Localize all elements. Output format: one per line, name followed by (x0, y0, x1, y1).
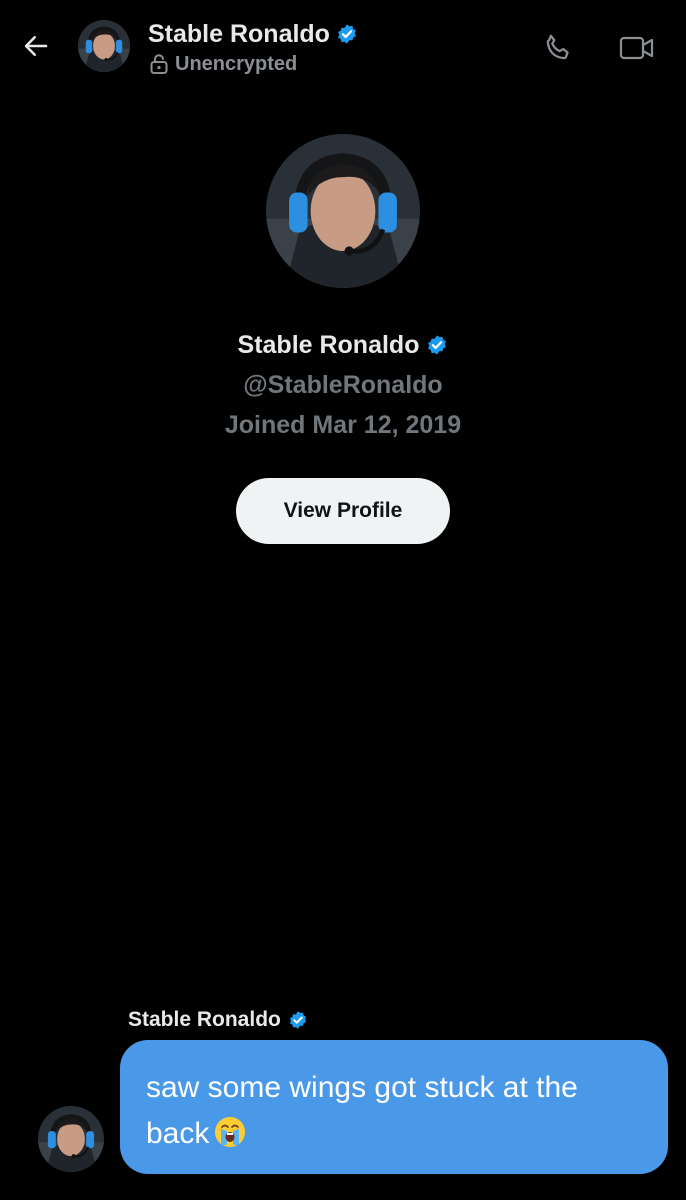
verified-badge-icon (338, 24, 356, 44)
conversation-name: Stable Ronaldo (148, 19, 330, 48)
profile-join-date: Joined Mar 12, 2019 (224, 411, 462, 439)
message-text: saw some wings got stuck at the back (146, 1071, 578, 1150)
view-profile-button[interactable]: View Profile (236, 478, 450, 544)
conversation-title[interactable]: Stable Ronaldo (148, 18, 358, 50)
arrow-left-icon (24, 36, 48, 56)
loudly-crying-face-icon (215, 1117, 246, 1147)
video-call-button[interactable] (614, 26, 660, 70)
message-sender: Stable Ronaldo (128, 1004, 308, 1036)
encryption-status: Unencrypted (150, 51, 297, 77)
profile-handle: @StableRonaldo (243, 371, 443, 399)
verified-badge-icon (428, 335, 447, 355)
video-camera-icon (619, 36, 654, 60)
encryption-status-label: Unencrypted (175, 52, 298, 75)
header-avatar[interactable] (78, 20, 130, 72)
profile-name: Stable Ronaldo (0, 328, 686, 362)
profile-avatar[interactable] (266, 134, 420, 288)
back-button[interactable] (16, 26, 56, 66)
profile-name-label: Stable Ronaldo (237, 330, 420, 359)
phone-icon (546, 34, 569, 60)
voice-call-button[interactable] (536, 26, 580, 70)
message-sender-name: Stable Ronaldo (128, 1008, 281, 1031)
verified-badge-icon (289, 1011, 306, 1029)
message-avatar[interactable] (38, 1106, 104, 1172)
unlock-icon (150, 54, 168, 74)
message-bubble[interactable]: saw some wings got stuck at the back (120, 1040, 668, 1174)
